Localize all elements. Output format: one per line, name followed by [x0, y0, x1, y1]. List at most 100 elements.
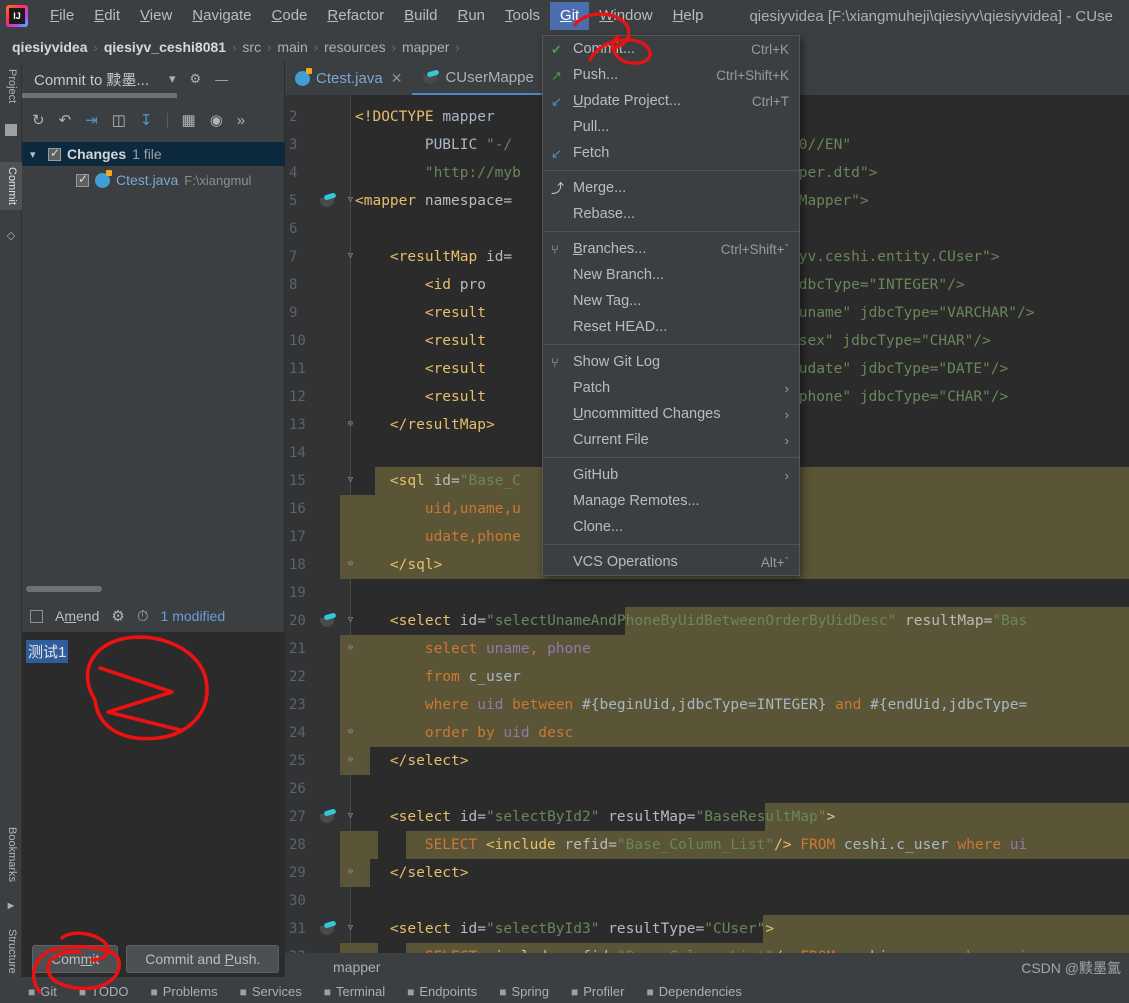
- git-menu-item-branches[interactable]: ⑂ Branches... Ctrl+Shift+`: [543, 236, 799, 262]
- gear-icon[interactable]: ⚙: [111, 609, 124, 624]
- breadcrumb-item-mapper[interactable]: mapper: [398, 39, 453, 55]
- breadcrumb-item-resources[interactable]: resources: [320, 39, 389, 55]
- status-bar-item-profiler[interactable]: ■ Profiler: [571, 984, 624, 999]
- menu-navigate[interactable]: Navigate: [182, 2, 261, 30]
- breadcrumb-item-project[interactable]: qiesiyvidea: [8, 39, 92, 55]
- mybatis-statement-gutter-icon[interactable]: [319, 810, 336, 824]
- status-bar-item-terminal[interactable]: ■ Terminal: [324, 984, 385, 999]
- breadcrumb-item-src[interactable]: src: [238, 39, 265, 55]
- status-bar-item-endpoints[interactable]: ■ Endpoints: [407, 984, 477, 999]
- refresh-icon[interactable]: ↻: [32, 113, 45, 128]
- breadcrumb-separator: ›: [313, 39, 319, 55]
- commit-and-push-button[interactable]: Commit and Push.: [126, 944, 280, 973]
- close-icon[interactable]: ✕: [391, 70, 403, 87]
- dependencies-icon: ■: [646, 984, 654, 999]
- menu-window[interactable]: Window: [589, 2, 662, 30]
- git-menu-item-clone[interactable]: Clone...: [543, 514, 799, 540]
- line-number: 11: [289, 361, 306, 377]
- menu-refactor[interactable]: Refactor: [317, 2, 394, 30]
- bottom-breadcrumb-label[interactable]: mapper: [333, 959, 380, 975]
- commit-tool-window-underline: [22, 93, 177, 98]
- git-menu-item-manage-remotes[interactable]: Manage Remotes...: [543, 488, 799, 514]
- minimize-icon[interactable]: —: [215, 72, 228, 87]
- amend-checkbox[interactable]: [30, 609, 43, 623]
- git-menu-item-rebase[interactable]: Rebase...: [543, 201, 799, 227]
- git-menu-item-commit[interactable]: ✔ Commit... Ctrl+K: [543, 36, 799, 62]
- status-bar-item-dependencies[interactable]: ■ Dependencies: [646, 984, 741, 999]
- line-number: 24: [289, 725, 306, 741]
- chevron-down-icon[interactable]: ▾: [30, 148, 42, 161]
- menu-edit[interactable]: Edit: [84, 2, 130, 30]
- git-menu-item-github[interactable]: GitHub ›: [543, 462, 799, 488]
- list-item[interactable]: Ctest.java F:\xiangmul: [22, 168, 285, 192]
- git-menu-item-reset-head[interactable]: Reset HEAD...: [543, 314, 799, 340]
- menu-item-label: Show Git Log: [573, 354, 661, 370]
- breadcrumb-item-module[interactable]: qiesiyv_ceshi8081: [100, 39, 230, 55]
- status-bar-item-problems[interactable]: ■ Problems: [150, 984, 217, 999]
- git-menu-item-new-branch[interactable]: New Branch...: [543, 262, 799, 288]
- menu-item-label: Pull...: [573, 119, 610, 135]
- git-menu-item-merge[interactable]: ⤴ Merge...: [543, 175, 799, 201]
- menu-git[interactable]: Git: [550, 2, 590, 30]
- git-menu-item-update-project[interactable]: ↙ Update Project... Ctrl+T: [543, 88, 799, 114]
- mybatis-statement-gutter-icon[interactable]: [319, 194, 336, 208]
- sidebar-item-project[interactable]: Project: [0, 64, 22, 108]
- editor-bottom-breadcrumb: mapper: [285, 953, 1129, 980]
- commit-message-input[interactable]: 测试1: [22, 632, 285, 940]
- changes-node[interactable]: ▾ Changes 1 file: [22, 142, 285, 166]
- rollback-icon[interactable]: ↶: [59, 113, 72, 128]
- shelve-icon[interactable]: ⇥: [85, 113, 98, 128]
- preview-icon[interactable]: ◉: [210, 113, 223, 128]
- sidebar-item-commit[interactable]: Commit: [0, 162, 22, 210]
- spring-icon: ■: [499, 984, 507, 999]
- git-menu-item-current-file[interactable]: Current File ›: [543, 427, 799, 453]
- tab-cusermapper-xml[interactable]: CUserMappe: [412, 62, 544, 95]
- git-menu-item-uncommitted-changes[interactable]: Uncommitted Changes ›: [543, 401, 799, 427]
- sql-injection-highlight: [763, 915, 1129, 943]
- diff-icon[interactable]: ◫: [112, 113, 126, 128]
- branch-icon: ⑂: [551, 354, 559, 370]
- menu-code[interactable]: Code: [262, 2, 318, 30]
- file-checkbox[interactable]: [76, 172, 89, 187]
- gear-icon[interactable]: ⚙: [190, 71, 202, 87]
- commit-button[interactable]: Commit: [32, 944, 119, 973]
- status-bar-item-todo[interactable]: ■ TODO: [79, 984, 129, 999]
- git-menu-item-push[interactable]: ↗ Push... Ctrl+Shift+K: [543, 62, 799, 88]
- chevron-down-icon[interactable]: ▾: [169, 71, 176, 87]
- code-line: uid,uname,u: [424, 501, 521, 517]
- history-icon[interactable]: ⏱: [137, 609, 149, 624]
- mybatis-mapper-icon: [422, 71, 439, 85]
- changes-scrollbar[interactable]: [26, 586, 102, 592]
- sidebar-item-bookmarks[interactable]: Bookmarks: [0, 822, 22, 887]
- changes-checkbox[interactable]: [48, 146, 61, 161]
- menu-view[interactable]: View: [130, 2, 182, 30]
- status-bar-item-git[interactable]: ■ Git: [28, 984, 57, 999]
- menu-help[interactable]: Help: [663, 2, 714, 30]
- tab-ctest-java[interactable]: Ctest.java ✕: [285, 62, 412, 95]
- status-bar-item-spring[interactable]: ■ Spring: [499, 984, 549, 999]
- menu-file[interactable]: File: [40, 2, 84, 30]
- git-menu-item-new-tag[interactable]: New Tag...: [543, 288, 799, 314]
- git-menu-item-fetch[interactable]: ↙ Fetch: [543, 140, 799, 166]
- code-line: from c_user: [424, 669, 521, 685]
- git-menu-item-patch[interactable]: Patch ›: [543, 375, 799, 401]
- git-menu-item-pull[interactable]: Pull...: [543, 114, 799, 140]
- git-menu-popup[interactable]: ✔ Commit... Ctrl+K ↗ Push... Ctrl+Shift+K ↙ Upd…: [542, 35, 800, 576]
- mybatis-statement-gutter-icon[interactable]: [319, 922, 336, 936]
- sidebar-item-structure[interactable]: Structure: [0, 924, 22, 979]
- group-by-icon[interactable]: ▦: [182, 113, 196, 128]
- menu-build[interactable]: Build: [394, 2, 447, 30]
- breadcrumb-item-main[interactable]: main: [273, 39, 311, 55]
- menu-tools[interactable]: Tools: [495, 2, 550, 30]
- mybatis-statement-gutter-icon[interactable]: [319, 614, 336, 628]
- menu-run[interactable]: Run: [447, 2, 495, 30]
- line-number: 27: [289, 809, 306, 825]
- menu-bar: File Edit View Navigate Code Refactor Bu…: [0, 0, 1129, 32]
- get-icon[interactable]: ↧: [140, 113, 153, 128]
- status-bar-item-services[interactable]: ■ Services: [240, 984, 302, 999]
- git-menu-item-vcs-operations[interactable]: VCS Operations Alt+`: [543, 549, 799, 575]
- status-bar-item-label: Dependencies: [658, 984, 742, 999]
- git-menu-item-show-git-log[interactable]: ⑂ Show Git Log: [543, 349, 799, 375]
- code-line: SELECT <include refid="Base_Column_List"…: [424, 837, 1028, 853]
- more-icon[interactable]: »: [237, 113, 245, 128]
